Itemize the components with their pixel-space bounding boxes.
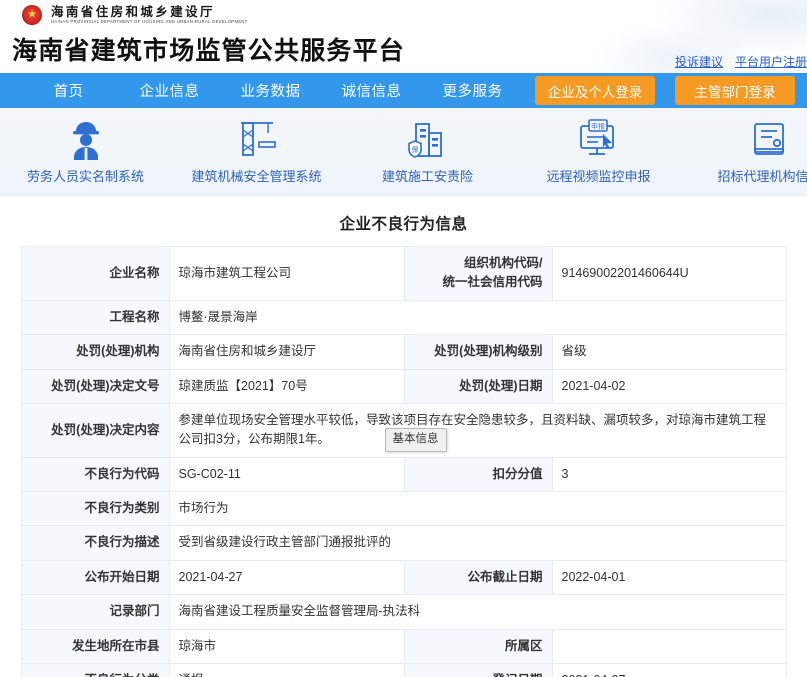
service-item-bidding-agency-info[interactable]: 招标代理机构信息 xyxy=(684,118,807,185)
nav-item-enterprise-info[interactable]: 企业信息 xyxy=(119,73,220,108)
gov-name-cn: 海南省住房和城乡建设厅 xyxy=(51,4,215,19)
service-label: 建筑施工安责险 xyxy=(381,169,473,184)
org-code-line2: 统一社会信用代码 xyxy=(442,275,543,290)
gov-name-en: HAINAN PROVINCIAL DEPARTMENT OF HOUSING … xyxy=(51,18,248,25)
row-value-misconduct-type: 通报 xyxy=(168,662,405,677)
tower-crane-icon xyxy=(171,118,342,162)
row-label-punishment-org: 处罚(处理)机构 xyxy=(20,334,170,370)
row-value-record-department: 海南省建设工程质量安全监督管理局-执法科 xyxy=(168,594,787,630)
row-label-misconduct-description: 不良行为描述 xyxy=(20,525,170,561)
gov-branding: 海南省住房和城乡建设厅 HAINAN PROVINCIAL DEPARTMENT… xyxy=(0,0,807,26)
svg-text:申报: 申报 xyxy=(591,122,605,131)
row-value-project-name: 博鳌·晟景海岸 xyxy=(168,299,787,336)
row-label-org-code: 组织机构代码/ 统一社会信用代码 xyxy=(403,246,553,301)
row-value-punishment-date: 2021-04-02 xyxy=(551,368,787,404)
gov-name-block: 海南省住房和城乡建设厅 HAINAN PROVINCIAL DEPARTMENT… xyxy=(51,6,248,25)
table-row: 企业名称 琼海市建筑工程公司 组织机构代码/ 统一社会信用代码 91469002… xyxy=(20,246,787,301)
site-header: 海南省住房和城乡建设厅 HAINAN PROVINCIAL DEPARTMENT… xyxy=(0,0,807,73)
row-value-misconduct-description: 受到省级建设行政主管部门通报批评的 xyxy=(168,525,787,561)
row-label-misconduct-type: 不良行为分类 xyxy=(20,662,170,677)
row-label-occurrence-city: 发生地所在市县 xyxy=(20,628,170,664)
top-links: 投诉建议 平台用户注册 xyxy=(663,53,807,70)
row-value-org-code: 91469002201460644U xyxy=(551,246,787,301)
authority-login-button[interactable]: 主管部门登录 xyxy=(675,76,795,105)
service-label: 远程视频监控申报 xyxy=(546,169,651,184)
row-value-misconduct-code: SG-C02-11 xyxy=(168,456,405,493)
link-complaint-suggestion[interactable]: 投诉建议 xyxy=(675,55,723,69)
content-title: 企业不良行为信息 xyxy=(339,216,468,233)
document-list-icon xyxy=(684,118,807,162)
row-value-enterprise-name: 琼海市建筑工程公司 xyxy=(168,246,405,301)
table-row: 工程名称 博鳌·晟景海岸 xyxy=(20,299,787,336)
row-value-publish-end-date: 2022-04-01 xyxy=(551,559,787,596)
row-label-publish-end-date: 公布截止日期 xyxy=(403,559,553,596)
nav-item-credit-info[interactable]: 诚信信息 xyxy=(321,73,422,108)
enterprise-misconduct-table: 企业名称 琼海市建筑工程公司 组织机构代码/ 统一社会信用代码 91469002… xyxy=(20,246,787,677)
main-navbar: 首页 企业信息 业务数据 诚信信息 更多服务 企业及个人登录 主管部门登录 xyxy=(0,73,807,108)
row-value-punishment-org: 海南省住房和城乡建设厅 xyxy=(168,334,405,370)
table-row: 不良行为类别 市场行为 xyxy=(20,490,787,527)
basic-info-tooltip: 基本信息 xyxy=(384,427,447,452)
row-value-decision-content: 参建单位现场安全管理水平较低，导致该项目存在安全隐患较多，且资料缺、漏项较多，对… xyxy=(168,402,787,458)
row-label-register-date: 登记日期 xyxy=(403,662,553,677)
nav-item-more-services[interactable]: 更多服务 xyxy=(422,73,523,108)
service-item-remote-video-declare[interactable]: 申报 远程视频监控申报 xyxy=(513,118,684,185)
table-row: 记录部门 海南省建设工程质量安全监督管理局-执法科 xyxy=(20,594,787,630)
service-shortcuts: 劳务人员实名制系统 建筑机械安全管理系统 保 建筑施工安责险 申报 远程视频监控… xyxy=(0,108,807,196)
row-label-district: 所属区 xyxy=(403,628,553,664)
service-label: 建筑机械安全管理系统 xyxy=(191,169,322,184)
table-row: 处罚(处理)决定内容 参建单位现场安全管理水平较低，导致该项目存在安全隐患较多，… xyxy=(20,402,787,458)
row-value-decision-number: 琼建质监【2021】70号 xyxy=(168,368,405,404)
service-item-construction-insurance[interactable]: 保 建筑施工安责险 xyxy=(342,118,513,185)
row-value-misconduct-category: 市场行为 xyxy=(168,490,787,527)
row-label-misconduct-category: 不良行为类别 xyxy=(20,490,170,527)
worker-helmet-icon xyxy=(0,118,171,162)
table-row: 公布开始日期 2021-04-27 公布截止日期 2022-04-01 xyxy=(20,559,787,596)
service-item-machinery-safety[interactable]: 建筑机械安全管理系统 xyxy=(171,118,342,185)
row-label-punishment-date: 处罚(处理)日期 xyxy=(403,368,553,404)
row-value-register-date: 2021-04-27 xyxy=(551,662,787,677)
row-value-district xyxy=(551,628,787,664)
table-row: 处罚(处理)决定文号 琼建质监【2021】70号 处罚(处理)日期 2021-0… xyxy=(20,368,787,404)
row-label-project-name: 工程名称 xyxy=(20,299,170,336)
enterprise-personal-login-button[interactable]: 企业及个人登录 xyxy=(535,76,655,105)
table-row: 处罚(处理)机构 海南省住房和城乡建设厅 处罚(处理)机构级别 省级 xyxy=(20,334,787,370)
org-code-line1: 组织机构代码/ xyxy=(464,256,543,270)
service-label: 劳务人员实名制系统 xyxy=(26,169,144,184)
row-label-enterprise-name: 企业名称 xyxy=(20,246,170,301)
table-row: 不良行为代码 SG-C02-11 扣分分值 3 xyxy=(20,456,787,493)
row-value-deduction-score: 3 xyxy=(551,456,787,493)
main-content: 企业不良行为信息 企业名称 琼海市建筑工程公司 组织机构代码/ 统一社会信用代码… xyxy=(0,196,807,677)
table-row: 不良行为描述 受到省级建设行政主管部门通报批评的 xyxy=(20,525,787,561)
service-label: 招标代理机构信息 xyxy=(717,169,807,184)
building-shield-icon: 保 xyxy=(342,118,513,162)
row-label-record-department: 记录部门 xyxy=(20,594,170,630)
row-value-punishment-org-level: 省级 xyxy=(551,334,787,370)
row-label-publish-start-date: 公布开始日期 xyxy=(20,559,170,596)
svg-text:保: 保 xyxy=(411,145,418,154)
link-platform-user-register[interactable]: 平台用户注册 xyxy=(735,55,807,69)
nav-item-business-data[interactable]: 业务数据 xyxy=(220,73,321,108)
nav-item-home[interactable]: 首页 xyxy=(18,73,119,108)
table-row: 发生地所在市县 琼海市 所属区 xyxy=(20,628,787,664)
row-value-occurrence-city: 琼海市 xyxy=(168,628,405,664)
row-label-deduction-score: 扣分分值 xyxy=(403,456,553,493)
monitor-declare-icon: 申报 xyxy=(513,118,684,162)
service-item-labor-realname[interactable]: 劳务人员实名制系统 xyxy=(0,118,171,185)
row-label-misconduct-code: 不良行为代码 xyxy=(20,456,170,493)
decision-content-text: 参建单位现场安全管理水平较低，导致该项目存在安全隐患较多，且资料缺、漏项较多，对… xyxy=(178,412,767,447)
row-label-decision-number: 处罚(处理)决定文号 xyxy=(20,368,170,404)
row-value-publish-start-date: 2021-04-27 xyxy=(168,559,405,596)
row-label-decision-content: 处罚(处理)决定内容 xyxy=(20,402,170,458)
row-label-punishment-org-level: 处罚(处理)机构级别 xyxy=(403,334,553,370)
table-row: 不良行为分类 通报 登记日期 2021-04-27 xyxy=(20,662,787,677)
national-emblem-icon xyxy=(22,5,42,25)
